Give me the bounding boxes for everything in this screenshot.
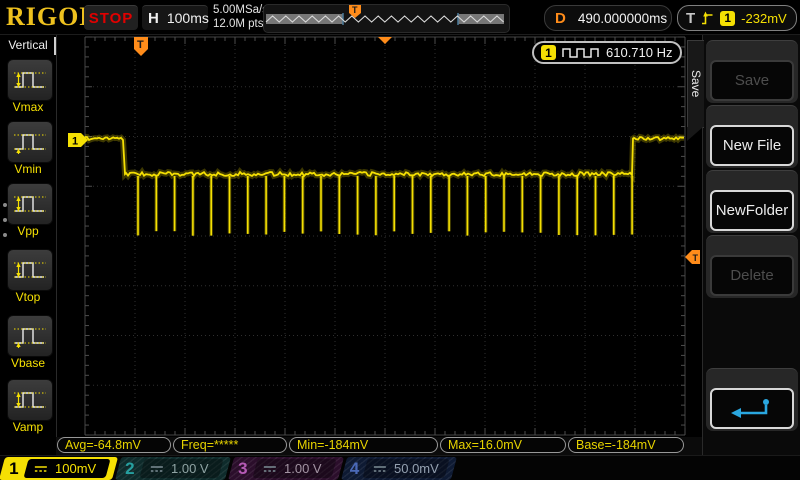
preview-wave: T bbox=[264, 5, 507, 30]
vmax-pulse-icon bbox=[12, 67, 48, 93]
measurement-result-base: Base=-184mV bbox=[568, 437, 684, 453]
acquisition-readout: 5.00MSa/s 12.0M pts bbox=[213, 3, 268, 31]
counter-source-badge: 1 bbox=[541, 45, 556, 60]
channel-3-scale: 1.00 V bbox=[252, 459, 336, 478]
channel-4-scale: 50.0mV bbox=[363, 459, 450, 478]
horizontal-timebase-readout[interactable]: H 100ms bbox=[142, 5, 208, 30]
trigger-readout[interactable]: T 1 -232mV bbox=[677, 5, 797, 31]
measure-label-vmin: Vmin bbox=[0, 162, 56, 176]
softkey-label-delete: Delete bbox=[710, 255, 794, 296]
channel-4-number: 4 bbox=[344, 459, 365, 479]
counter-frequency-value: 610.710 Hz bbox=[606, 45, 673, 60]
measure-button-vmax[interactable] bbox=[7, 59, 53, 101]
measure-label-vpp: Vpp bbox=[0, 224, 56, 238]
measure-button-vmin[interactable] bbox=[7, 121, 53, 163]
svg-text:T: T bbox=[693, 253, 699, 263]
channel-1-volts-per-div: 100mV bbox=[55, 461, 96, 476]
channel-3-volts-per-div: 1.00 V bbox=[284, 461, 322, 476]
oscilloscope-screen: RIGOL STOP H 100ms 5.00MSa/s 12.0M pts T… bbox=[0, 0, 800, 480]
page-indicator-dot bbox=[3, 218, 7, 222]
menu-tab-save: Save bbox=[687, 40, 704, 128]
channel-3-number: 3 bbox=[231, 459, 255, 479]
softkey-back[interactable] bbox=[706, 368, 798, 431]
dc-coupling-icon bbox=[263, 465, 277, 473]
svg-text:1: 1 bbox=[72, 136, 78, 148]
timebase-value: 100ms bbox=[167, 10, 209, 26]
measurement-result-bar: Avg=-64.8mVFreq=*****Min=-184mVMax=16.0m… bbox=[56, 437, 702, 455]
vbase-pulse-icon bbox=[12, 323, 48, 349]
square-wave-icon bbox=[562, 47, 600, 59]
vtop-pulse-icon bbox=[12, 257, 48, 283]
softkey-label-new-file[interactable]: New File bbox=[710, 125, 794, 166]
softkey-label-save: Save bbox=[710, 60, 794, 101]
rising-edge-icon bbox=[701, 11, 714, 26]
frequency-counter: 1 610.710 Hz bbox=[532, 41, 682, 64]
top-status-bar: RIGOL STOP H 100ms 5.00MSa/s 12.0M pts T… bbox=[0, 0, 800, 35]
ch1-waveform-trace bbox=[85, 137, 684, 236]
measure-button-vtop[interactable] bbox=[7, 249, 53, 291]
channel-4-status[interactable]: 4 50.0mV bbox=[341, 457, 457, 480]
vmin-pulse-icon bbox=[12, 129, 48, 155]
softkey-delete[interactable]: Delete bbox=[706, 235, 798, 298]
channel-status-bar: 1 100mV 2 1.00 V 3 1.00 V 4 50.0mV bbox=[0, 455, 800, 480]
preview-trigger-flag: T bbox=[349, 5, 361, 18]
run-stop-indicator[interactable]: STOP bbox=[84, 5, 138, 30]
trigger-level-marker[interactable]: T bbox=[685, 250, 700, 264]
vamp-pulse-icon bbox=[12, 387, 48, 413]
channel-1-number: 1 bbox=[2, 459, 26, 479]
return-arrow-icon bbox=[729, 397, 775, 421]
measure-label-vamp: Vamp bbox=[0, 420, 56, 434]
channel-2-scale: 1.00 V bbox=[139, 459, 223, 478]
channel-2-volts-per-div: 1.00 V bbox=[171, 461, 209, 476]
softkey-new-file[interactable]: New File bbox=[706, 105, 798, 168]
channel-1-status[interactable]: 1 100mV bbox=[0, 457, 118, 480]
measure-button-vpp[interactable] bbox=[7, 183, 53, 225]
dc-coupling-icon bbox=[373, 465, 387, 473]
return-arrow-icon[interactable] bbox=[710, 388, 794, 429]
waveform-display: 1 T T bbox=[56, 35, 702, 437]
memory-waveform-preview[interactable]: T bbox=[263, 4, 510, 33]
dc-coupling-icon bbox=[150, 465, 164, 473]
dc-coupling-icon bbox=[34, 465, 48, 473]
graticule bbox=[85, 37, 685, 435]
delay-label: D bbox=[555, 10, 566, 27]
horizontal-center-marker[interactable] bbox=[378, 37, 392, 44]
trigger-source-badge: 1 bbox=[720, 11, 735, 26]
vpp-pulse-icon bbox=[12, 191, 48, 217]
channel-1-scale: 100mV bbox=[23, 459, 110, 478]
trigger-level-value: -232mV bbox=[741, 11, 787, 26]
measurement-result-min: Min=-184mV bbox=[289, 437, 438, 453]
measurement-result-avg: Avg=-64.8mV bbox=[57, 437, 171, 453]
softkey-newfolder[interactable]: NewFolder bbox=[706, 170, 798, 233]
memory-depth: 12.0M pts bbox=[213, 17, 268, 31]
sidebar-title: Vertical bbox=[0, 38, 56, 52]
softkey-save[interactable]: Save bbox=[706, 40, 798, 103]
softkey-label-newfolder[interactable]: NewFolder bbox=[710, 190, 794, 231]
measure-button-vamp[interactable] bbox=[7, 379, 53, 421]
measure-label-vmax: Vmax bbox=[0, 100, 56, 114]
trigger-label: T bbox=[686, 10, 695, 27]
measure-button-vbase[interactable] bbox=[7, 315, 53, 357]
page-indicator-dot bbox=[3, 233, 7, 237]
h-label: H bbox=[148, 10, 159, 27]
measure-label-vtop: Vtop bbox=[0, 290, 56, 304]
svg-text:T: T bbox=[352, 5, 358, 15]
channel-2-status[interactable]: 2 1.00 V bbox=[115, 457, 231, 480]
channel-2-number: 2 bbox=[118, 459, 142, 479]
delay-value: 490.000000ms bbox=[578, 11, 667, 26]
sample-rate: 5.00MSa/s bbox=[213, 3, 268, 17]
svg-text:T: T bbox=[137, 39, 144, 51]
trigger-position-marker[interactable]: T bbox=[134, 37, 148, 56]
measurement-result-max: Max=16.0mV bbox=[440, 437, 566, 453]
measure-label-vbase: Vbase bbox=[0, 356, 56, 370]
save-menu: Save SaveNew FileNewFolderDelete bbox=[702, 35, 800, 455]
delay-readout[interactable]: D 490.000000ms bbox=[544, 5, 672, 31]
channel-3-status[interactable]: 3 1.00 V bbox=[228, 457, 344, 480]
page-indicator-dot bbox=[3, 203, 7, 207]
measurement-sidebar: Vertical Vmax Vmin Vpp Vtop Vbase Vamp bbox=[0, 35, 57, 455]
channel-4-volts-per-div: 50.0mV bbox=[394, 461, 439, 476]
measurement-result-freq: Freq=***** bbox=[173, 437, 287, 453]
